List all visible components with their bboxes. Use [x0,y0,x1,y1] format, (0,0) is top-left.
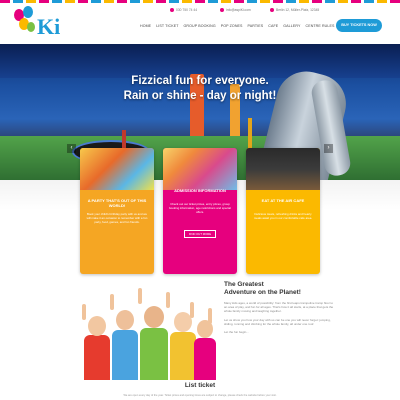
about-heading-line2: Adventure on the Planet! [224,289,301,296]
contact-address: Berlin 12, Müller-Platz, 12345 [270,7,319,13]
kid-face [88,316,106,336]
card-text: Book your child's birthday party with us… [86,212,148,224]
contact-phone[interactable]: 030 750 74 44 [170,7,197,13]
slider-next-button[interactable]: › [324,144,333,153]
nav-item-home[interactable]: Home [140,23,151,29]
find-out-more-button[interactable]: Find out more [184,230,216,238]
email-icon [220,8,224,13]
about-paragraph: Let us show you how your day with us can… [224,317,331,326]
kid-arm [190,302,194,318]
main-nav: Home List ticket Group booking Pop zones… [140,23,357,29]
nav-item-cafe[interactable]: Cafe [268,23,278,29]
card-text: Check out our ticket prices, entry price… [169,202,231,214]
about-paragraph: Many kids ages, a world of possibility: … [224,301,334,314]
kid-face [144,306,164,328]
kid-arm [208,308,212,324]
card-title: Eat at the Air Cafe [261,198,305,203]
about-paragraph: Let the fun begin... [224,330,249,335]
card-text: Delicious treats, refreshing drinks and … [253,212,313,220]
site-logo[interactable]: Ki [10,5,68,39]
kid-shirt [170,332,196,380]
party-card[interactable]: A party that's out of this world! Book y… [80,148,154,274]
kid-arm [110,294,114,310]
phone-icon [170,8,174,13]
about-heading: The Greatest Adventure on the Planet! [224,281,334,297]
cafe-photo [246,148,320,190]
kid-arm [166,292,170,308]
location-icon [270,8,274,13]
buy-tickets-button[interactable]: Buy tickets now [336,19,382,32]
logo-text: Ki [37,14,61,39]
kid-arm [82,304,86,320]
kid-shirt [194,338,216,380]
kid-face [116,310,134,330]
kids-cheering-image [76,280,216,380]
nav-item-list-ticket[interactable]: List ticket [156,23,178,29]
card-title: A party that's out of this world! [87,198,147,209]
nav-item-gallery[interactable]: Gallery [283,23,300,29]
list-ticket-section: List ticket We are open every day of the… [0,382,400,400]
list-ticket-heading: List ticket [184,382,216,389]
nav-item-parties[interactable]: Parties [248,23,264,29]
contact-email[interactable]: info@aspiKi.com [220,7,251,13]
nav-item-centre-rules[interactable]: Centre rules [306,23,335,29]
balloon-icon [27,22,35,32]
about-section: The Greatest Adventure on the Planet! Ma… [224,281,334,334]
nav-item-group-booking[interactable]: Group booking [184,23,216,29]
kid-shirt [84,335,110,380]
site-header: Ki 030 750 74 44 info@aspiKi.com Berlin … [0,0,400,44]
balloon-icon [23,6,33,18]
kid-shirt [140,328,168,380]
kid-shirt [112,330,138,380]
party-photo [80,148,154,190]
nav-item-pop-zones[interactable]: Pop zones [221,23,243,29]
slider-prev-button[interactable]: ‹ [67,144,76,153]
hero-headline: Fizzical fun for everyone. Rain or shine… [100,74,300,104]
hero-headline-line1: Fizzical fun for everyone. [131,75,269,87]
cafe-card[interactable]: Eat at the Air Cafe Delicious treats, re… [246,148,320,274]
admission-photo [163,148,237,190]
kid-arm [138,288,142,304]
list-ticket-text: We are open every day of the year. Ticke… [123,394,277,397]
colored-dash-strip [0,0,400,3]
hero-headline-line2: Rain or shine - day or night! [123,90,277,102]
about-heading-line1: The Greatest [224,281,264,288]
hero-ceiling [0,44,400,78]
admission-card[interactable]: Admission information Check out our tick… [163,148,237,274]
card-title: Admission information [174,188,226,193]
